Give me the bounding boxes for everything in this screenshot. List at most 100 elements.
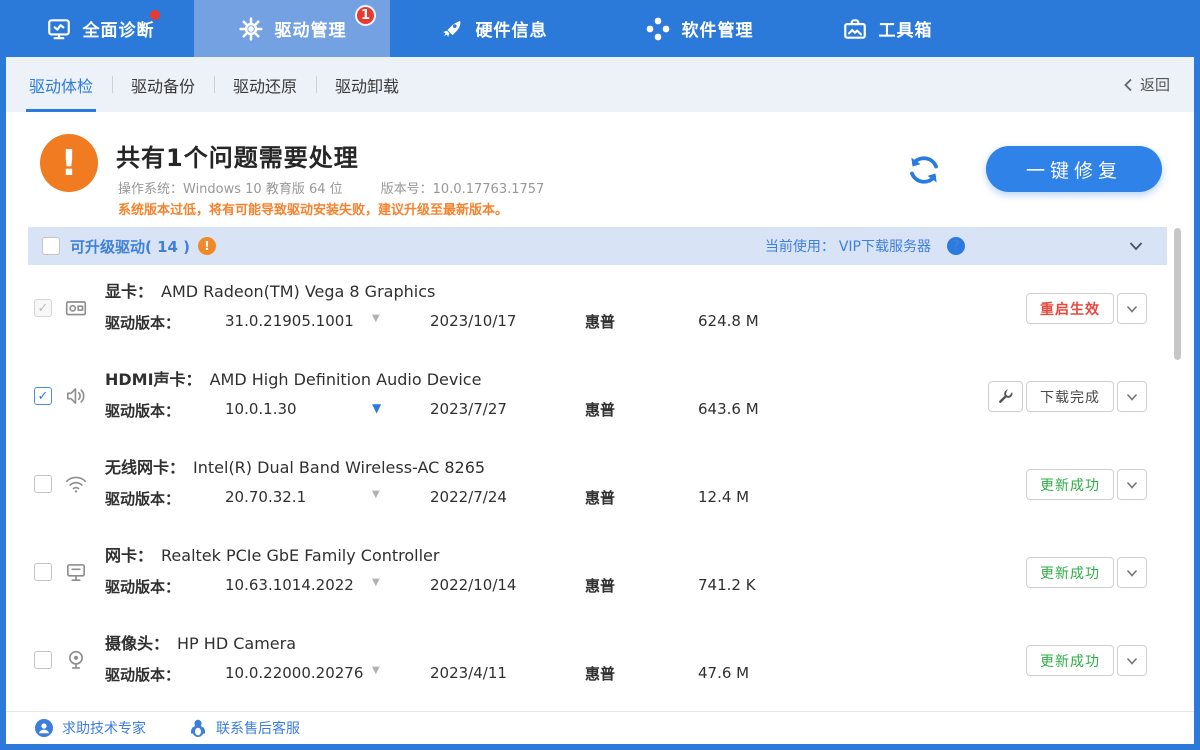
version-dropdown-icon[interactable]: ▼ bbox=[372, 665, 380, 676]
speaker-icon bbox=[64, 384, 88, 408]
driver-version-label: 驱动版本： bbox=[105, 400, 180, 421]
device-name: HP HD Camera bbox=[177, 634, 296, 653]
upgradable-section-bar: 可升级驱动( 14 ) ! 当前使用： VIP下载服务器 ? bbox=[28, 227, 1167, 265]
driver-row: ✓ HDMI声卡：AMD High Definition Audio Devic… bbox=[6, 353, 1194, 441]
notification-badge bbox=[150, 10, 160, 20]
tab[interactable]: 驱动还原 bbox=[214, 57, 316, 112]
status-button[interactable]: 下载完成 bbox=[1026, 381, 1114, 412]
row-dropdown-button[interactable] bbox=[1117, 469, 1147, 500]
one-click-fix-button[interactable]: 一键修复 bbox=[986, 146, 1162, 192]
summary-header: ! 共有1个问题需要处理 操作系统：Windows 10 教育版 64 位 版本… bbox=[6, 112, 1194, 227]
driver-date: 2022/10/14 bbox=[430, 576, 516, 594]
driver-size: 741.2 K bbox=[698, 576, 756, 594]
nav-item[interactable]: 硬件信息 bbox=[390, 0, 596, 57]
driver-vendor: 惠普 bbox=[585, 487, 615, 508]
os-info: 操作系统：Windows 10 教育版 64 位 bbox=[118, 178, 343, 197]
system-warning-text: 系统版本过低，将有可能导致驱动安装失败，建议升级至最新版本。 bbox=[118, 199, 508, 218]
sub-tabbar: 驱动体检 驱动备份 驱动还原驱动卸载 返回 bbox=[6, 57, 1194, 112]
app-window: 全面诊断 驱动管理 1 硬件信息 bbox=[0, 0, 1200, 750]
driver-version-value: 10.0.1.30 bbox=[225, 400, 297, 418]
wrench-icon bbox=[996, 387, 1015, 406]
device-name: Intel(R) Dual Band Wireless-AC 8265 bbox=[193, 458, 485, 477]
tab[interactable]: 驱动卸载 bbox=[316, 57, 418, 112]
tab[interactable]: 驱动备份 bbox=[112, 57, 214, 112]
qq-penguin-icon bbox=[188, 718, 208, 738]
driver-version-value: 10.0.22000.20276 bbox=[225, 664, 363, 682]
row-dropdown-button[interactable] bbox=[1117, 293, 1147, 324]
nav-item[interactable]: 工具箱 bbox=[802, 0, 972, 57]
tab[interactable]: 驱动体检 bbox=[10, 57, 112, 112]
monitor-diagnose-icon bbox=[46, 16, 72, 42]
chevron-down-icon bbox=[1125, 390, 1139, 404]
back-button[interactable]: 返回 bbox=[1123, 74, 1170, 95]
build-info: 版本号：10.0.17763.1757 bbox=[381, 178, 545, 197]
driver-list: ✓ 显卡： AMD Radeon(TM) Vega 8 Graphics 驱动版本… bbox=[6, 265, 1194, 712]
scrollbar-thumb[interactable] bbox=[1174, 228, 1181, 360]
driver-vendor: 惠普 bbox=[585, 663, 615, 684]
row-dropdown-button[interactable] bbox=[1117, 645, 1147, 676]
network-adapter-icon bbox=[64, 560, 88, 584]
tab-label: 驱动备份 bbox=[131, 73, 195, 97]
nav-item-label: 工具箱 bbox=[879, 16, 933, 41]
nav-item[interactable]: 全面诊断 bbox=[6, 0, 194, 57]
device-name: AMD Radeon(TM) Vega 8 Graphics bbox=[161, 282, 435, 301]
help-icon[interactable]: ? bbox=[947, 237, 965, 255]
driver-date: 2023/4/11 bbox=[430, 664, 507, 682]
driver-size: 47.6 M bbox=[698, 664, 749, 682]
status-button[interactable]: 更新成功 bbox=[1026, 557, 1114, 588]
device-type: 显卡： bbox=[105, 282, 153, 301]
row-dropdown-button[interactable] bbox=[1117, 381, 1147, 412]
chevron-left-icon bbox=[1123, 78, 1133, 92]
back-label: 返回 bbox=[1140, 74, 1170, 95]
row-checkbox[interactable] bbox=[34, 475, 52, 493]
top-navbar: 全面诊断 驱动管理 1 硬件信息 bbox=[0, 0, 1200, 57]
chevron-down-icon bbox=[1125, 654, 1139, 668]
tech-expert-link[interactable]: 求助技术专家 bbox=[34, 718, 146, 738]
gpu-icon bbox=[64, 296, 88, 320]
version-dropdown-icon[interactable]: ▼ bbox=[372, 401, 381, 415]
driver-version-label: 驱动版本： bbox=[105, 664, 180, 685]
after-sales-link[interactable]: 联系售后客服 bbox=[188, 718, 300, 738]
device-type: HDMI声卡： bbox=[105, 370, 202, 389]
nav-item[interactable]: 驱动管理 1 bbox=[194, 0, 390, 57]
status-button[interactable]: 更新成功 bbox=[1026, 469, 1114, 500]
software-icon bbox=[645, 16, 671, 42]
nav-item-label: 全面诊断 bbox=[83, 16, 155, 41]
notification-badge: 1 bbox=[355, 5, 376, 26]
device-type: 无线网卡： bbox=[105, 458, 185, 477]
row-dropdown-button[interactable] bbox=[1117, 557, 1147, 588]
server-info: 当前使用： VIP下载服务器 ? bbox=[765, 236, 965, 256]
server-value: VIP下载服务器 bbox=[839, 236, 931, 256]
driver-date: 2022/7/24 bbox=[430, 488, 507, 506]
driver-version-label: 驱动版本： bbox=[105, 576, 180, 597]
support-agent-icon bbox=[34, 718, 54, 738]
driver-size: 643.6 M bbox=[698, 400, 759, 418]
refresh-button[interactable] bbox=[904, 150, 944, 190]
refresh-icon bbox=[905, 151, 943, 189]
driver-version-label: 驱动版本： bbox=[105, 488, 180, 509]
driver-date: 2023/10/17 bbox=[430, 312, 516, 330]
wrench-button[interactable] bbox=[988, 381, 1023, 412]
row-checkbox[interactable]: ✓ bbox=[34, 299, 52, 317]
version-dropdown-icon[interactable]: ▼ bbox=[372, 313, 380, 324]
driver-vendor: 惠普 bbox=[585, 575, 615, 596]
tab-label: 驱动还原 bbox=[233, 73, 297, 97]
row-checkbox[interactable] bbox=[34, 563, 52, 581]
tech-expert-label: 求助技术专家 bbox=[62, 718, 146, 738]
collapse-chevron-icon[interactable] bbox=[1127, 237, 1145, 255]
status-button[interactable]: 更新成功 bbox=[1026, 645, 1114, 676]
driver-row: 网卡：Realtek PCIe GbE Family Controller 驱动… bbox=[6, 529, 1194, 617]
tab-label: 驱动体检 bbox=[29, 73, 93, 97]
after-sales-label: 联系售后客服 bbox=[216, 718, 300, 738]
nav-item[interactable]: 软件管理 bbox=[596, 0, 802, 57]
status-button[interactable]: 重启生效 bbox=[1026, 293, 1114, 324]
section-title: 可升级驱动( 14 ) bbox=[70, 236, 190, 257]
version-dropdown-icon[interactable]: ▼ bbox=[372, 489, 380, 500]
version-dropdown-icon[interactable]: ▼ bbox=[372, 577, 380, 588]
driver-vendor: 惠普 bbox=[585, 311, 615, 332]
row-checkbox[interactable] bbox=[34, 651, 52, 669]
row-checkbox[interactable]: ✓ bbox=[34, 387, 52, 405]
select-all-checkbox[interactable] bbox=[42, 237, 60, 255]
driver-vendor: 惠普 bbox=[585, 399, 615, 420]
footer: 求助技术专家 联系售后客服 bbox=[6, 711, 1194, 744]
